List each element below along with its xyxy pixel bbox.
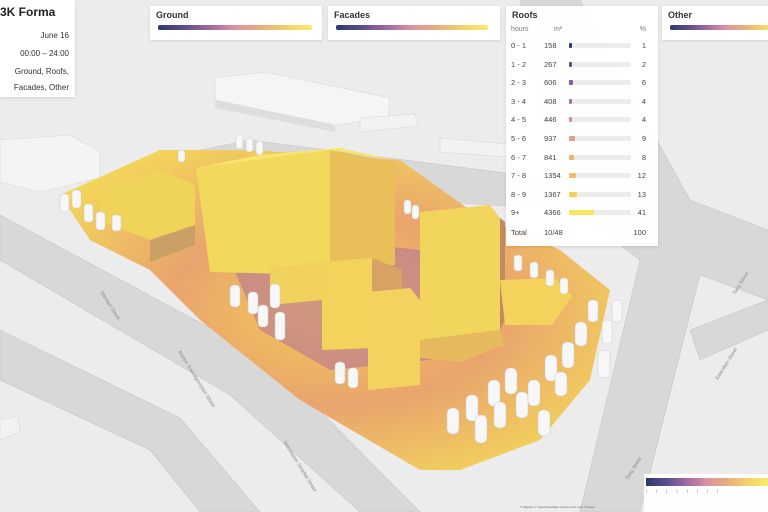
- total-label: Total: [511, 228, 527, 237]
- roof-hours-row: 4 - 5 446 4: [506, 112, 658, 128]
- row-hours: 1 - 2: [511, 59, 527, 69]
- row-bar-fill: [569, 154, 574, 160]
- row-bar-fill: [569, 43, 572, 48]
- row-area: 267: [544, 59, 557, 69]
- roof-hours-row: 5 - 6 937 9: [506, 131, 658, 147]
- analysis-surfaces: Ground, Roofs,: [14, 67, 69, 76]
- row-bar-fill: [569, 61, 572, 67]
- row-bar-track: [569, 117, 631, 123]
- column-header-percent: %: [639, 26, 646, 33]
- row-area: 606: [544, 78, 557, 88]
- row-bar-track: [569, 43, 631, 48]
- row-bar-fill: [569, 98, 572, 104]
- row-bar-track: [569, 210, 631, 216]
- legend-gradient: [158, 25, 312, 30]
- row-percent: 8: [641, 152, 646, 162]
- row-hours: 0 - 1: [511, 41, 527, 50]
- row-percent: 6: [641, 78, 646, 88]
- row-bar-track: [569, 80, 631, 86]
- roof-hours-row: 0 - 1 158 1: [506, 38, 658, 54]
- legend-gradient: [670, 25, 768, 30]
- row-area: 4366: [544, 208, 561, 218]
- legend-title: Other: [668, 10, 693, 20]
- roof-hours-row: 6 - 7 841 8: [506, 150, 658, 166]
- info-panel: 3K Forma June 16 00:00 – 24:00 Ground, R…: [0, 0, 75, 97]
- legend-gradient: [336, 25, 488, 30]
- row-bar-fill: [569, 136, 575, 141]
- row-percent: 1: [641, 41, 646, 50]
- row-bar-track: [569, 173, 631, 179]
- ground-legend[interactable]: Ground: [150, 6, 322, 40]
- row-hours: 2 - 3: [511, 78, 527, 88]
- row-hours: 5 - 6: [511, 134, 527, 143]
- row-bar-track: [569, 61, 631, 67]
- roofs-legend[interactable]: Roofs hours m² % 0 - 1 158 1 1 - 2 267 2 2 - 3…: [506, 6, 658, 246]
- other-legend[interactable]: Other: [662, 6, 768, 40]
- roof-hours-row: 1 - 2 267 2: [506, 57, 658, 73]
- tall-building-west: [196, 148, 395, 275]
- mini-color-scale: | | | | | | | |: [644, 474, 768, 512]
- map-attribution[interactable]: © Mapbox © OpenStreetMap Improve this ma…: [520, 505, 595, 509]
- facades-legend[interactable]: Facades: [328, 6, 500, 40]
- row-hours: 3 - 4: [511, 96, 527, 106]
- row-percent: 12: [637, 171, 646, 181]
- row-hours: 6 - 7: [511, 152, 527, 162]
- row-percent: 4: [641, 115, 646, 125]
- row-bar-fill: [569, 210, 595, 216]
- row-percent: 13: [637, 189, 646, 199]
- row-bar-track: [569, 191, 631, 197]
- row-area: 1367: [544, 189, 561, 199]
- roof-hours-row: 7 - 8 1354 12: [506, 168, 658, 184]
- row-bar-track: [569, 98, 631, 104]
- mini-scale-gradient: [646, 478, 768, 486]
- app-title: 3K Forma: [0, 5, 56, 19]
- row-bar-fill: [569, 173, 577, 179]
- column-header-area: m²: [554, 26, 563, 33]
- row-hours: 4 - 5: [511, 115, 527, 125]
- row-hours: 9+: [511, 208, 520, 218]
- total-row: Total 10/48 100: [506, 225, 658, 241]
- roof-hours-row: 3 - 4 408 4: [506, 94, 658, 110]
- row-hours: 8 - 9: [511, 189, 527, 199]
- row-percent: 9: [641, 134, 646, 143]
- legend-title: Ground: [156, 10, 189, 20]
- row-area: 446: [544, 115, 557, 125]
- row-area: 937: [544, 134, 557, 143]
- analysis-time-range: 00:00 – 24:00: [20, 49, 69, 58]
- roof-hours-row: 8 - 9 1367 13: [506, 187, 658, 203]
- analysis-surfaces: Facades, Other: [13, 83, 69, 92]
- roof-hours-row: 9+ 4366 41: [506, 205, 658, 221]
- legend-title: Facades: [334, 10, 371, 20]
- row-bar-fill: [569, 117, 572, 123]
- row-bar-fill: [569, 191, 578, 197]
- legend-title: Roofs: [512, 10, 538, 20]
- mini-scale-ticks: | | | | | | | |: [646, 488, 723, 493]
- row-percent: 2: [641, 59, 646, 69]
- analysis-date: June 16: [40, 31, 69, 40]
- row-bar-track: [569, 154, 631, 160]
- row-percent: 4: [641, 96, 646, 106]
- row-percent: 41: [637, 208, 646, 218]
- total-percent: 100: [633, 228, 646, 237]
- column-header-hours: hours: [511, 26, 529, 33]
- row-bar-fill: [569, 80, 573, 86]
- row-hours: 7 - 8: [511, 171, 527, 181]
- row-bar-track: [569, 136, 631, 141]
- roof-hours-row: 2 - 3 606 6: [506, 75, 658, 91]
- total-area: 10/48: [544, 228, 563, 237]
- row-area: 1354: [544, 171, 561, 181]
- row-area: 408: [544, 96, 557, 106]
- row-area: 158: [544, 41, 557, 50]
- row-area: 841: [544, 152, 557, 162]
